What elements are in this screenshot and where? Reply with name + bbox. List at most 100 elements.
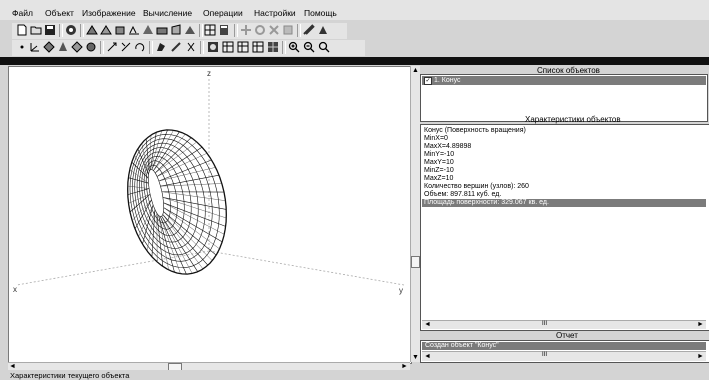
- grid-icon[interactable]: [237, 41, 249, 53]
- shape-icon[interactable]: [128, 24, 140, 36]
- report-title: Отчет: [556, 331, 578, 340]
- zoom-out-icon[interactable]: [303, 41, 315, 53]
- scale-icon[interactable]: [268, 24, 280, 36]
- char-line: Количество вершин (узлов): 260: [424, 183, 529, 190]
- tool-icon[interactable]: [303, 24, 315, 36]
- viewport-3d[interactable]: z x y: [8, 66, 412, 364]
- save-icon[interactable]: [44, 24, 56, 36]
- report-box[interactable]: Создан объект "Конус" ◄ III ►: [420, 340, 709, 363]
- pointer-icon[interactable]: [106, 41, 118, 53]
- cone-edge: [145, 138, 150, 172]
- zoom-in-icon[interactable]: [288, 41, 300, 53]
- menu-object[interactable]: Объект: [45, 8, 74, 18]
- toolbar-separator: [200, 41, 204, 54]
- list-item[interactable]: ✓ 1. Конус: [422, 76, 706, 85]
- cone-diagonal: [161, 216, 193, 274]
- shape-icon[interactable]: [170, 24, 182, 36]
- scroll-down-icon[interactable]: ▼: [412, 354, 419, 361]
- delete-icon[interactable]: [282, 24, 294, 36]
- scroll-right-icon[interactable]: ►: [697, 353, 704, 360]
- toolbar-separator: [234, 24, 238, 37]
- point-icon[interactable]: [16, 41, 28, 53]
- toolbar-tools: [12, 40, 365, 56]
- cone-wireframe: [127, 129, 227, 275]
- info-icon[interactable]: [65, 24, 77, 36]
- tool-icon[interactable]: [317, 24, 329, 36]
- cone-edge: [127, 188, 150, 195]
- char-line-selected-label: Площадь поверхности: 329.067 кв. ед.: [424, 199, 549, 206]
- toolbar-separator: [80, 24, 84, 37]
- char-line: MinX=0: [424, 135, 448, 142]
- scroll-up-icon[interactable]: ▲: [412, 67, 419, 74]
- cone-diagonal: [161, 191, 226, 201]
- toolbar-separator: [100, 41, 104, 54]
- menu-help[interactable]: Помощь: [304, 8, 337, 18]
- paint-icon[interactable]: [155, 41, 167, 53]
- calc-icon[interactable]: [218, 24, 230, 36]
- cone-diagonal: [127, 185, 150, 189]
- toolbar-separator: [59, 24, 63, 37]
- toolbar-separator: [199, 24, 203, 37]
- menu-bar: Файл Объект Изображение Вычисление Опера…: [0, 0, 709, 20]
- scroll-right-icon[interactable]: ►: [401, 363, 408, 370]
- status-bar: Характеристики текущего объекта: [0, 370, 709, 380]
- shape-icon[interactable]: [156, 24, 168, 36]
- list-item-label: 1. Конус: [434, 77, 461, 84]
- grid-icon[interactable]: [267, 41, 279, 53]
- shape-icon[interactable]: [86, 24, 98, 36]
- scroll-left-icon[interactable]: ◄: [424, 353, 431, 360]
- grid-icon[interactable]: [252, 41, 264, 53]
- shape-icon[interactable]: [100, 24, 112, 36]
- char-line: Объем: 897.811 куб. ед.: [424, 191, 502, 198]
- scroll-left-icon[interactable]: ◄: [424, 321, 431, 328]
- char-line: MaxZ=10: [424, 175, 454, 182]
- shape-icon[interactable]: [184, 24, 196, 36]
- grid-icon[interactable]: [204, 24, 216, 36]
- viewport-vscroll[interactable]: ▲ ▼: [410, 66, 420, 362]
- char-line: MaxX=4.89898: [424, 143, 472, 150]
- shape-icon[interactable]: [85, 41, 97, 53]
- shape-icon[interactable]: [43, 41, 55, 53]
- cone-diagonal: [160, 183, 222, 187]
- report-hscroll[interactable]: ◄ III ►: [422, 351, 706, 361]
- axis-y-line: [208, 250, 405, 286]
- new-icon[interactable]: [16, 24, 28, 36]
- toolbar-main: [12, 23, 347, 39]
- zoom-fit-icon[interactable]: [318, 41, 330, 53]
- shape-icon[interactable]: [114, 24, 126, 36]
- menu-file[interactable]: Файл: [12, 8, 33, 18]
- characteristics-hscroll[interactable]: ◄ III ►: [422, 320, 706, 329]
- menu-image[interactable]: Изображение: [82, 8, 136, 18]
- characteristics-box[interactable]: Конус (Поверхность вращения) MinX=0 MaxX…: [420, 124, 709, 331]
- move-icon[interactable]: [240, 24, 252, 36]
- char-line: MinZ=-10: [424, 167, 454, 174]
- rotate-icon[interactable]: [134, 41, 146, 53]
- report-line[interactable]: Создан объект "Конус": [422, 342, 706, 350]
- brush-icon[interactable]: [170, 41, 182, 53]
- shape-icon[interactable]: [57, 41, 69, 53]
- shape-icon[interactable]: [142, 24, 154, 36]
- menu-compute[interactable]: Вычисление: [143, 8, 192, 18]
- characteristics-title: Характеристики объектов: [525, 115, 621, 124]
- axis-x-label: x: [13, 285, 17, 294]
- move-icon[interactable]: [120, 41, 132, 53]
- scroll-thumb-label: III: [542, 352, 548, 358]
- checkbox[interactable]: ✓: [424, 77, 432, 85]
- rotate-icon[interactable]: [254, 24, 266, 36]
- cut-icon[interactable]: [185, 41, 197, 53]
- grid-icon[interactable]: [222, 41, 234, 53]
- title-strip: [0, 57, 709, 65]
- axis-icon[interactable]: [29, 41, 41, 53]
- menu-operations[interactable]: Операции: [203, 8, 243, 18]
- shape-icon[interactable]: [71, 41, 83, 53]
- render-icon[interactable]: [207, 41, 219, 53]
- char-line-selected[interactable]: Площадь поверхности: 329.067 кв. ед.: [422, 199, 706, 207]
- viewport-vscroll-thumb[interactable]: [411, 256, 420, 268]
- open-icon[interactable]: [30, 24, 42, 36]
- toolbar-separator: [282, 41, 286, 54]
- menu-settings[interactable]: Настройки: [254, 8, 296, 18]
- status-text: Характеристики текущего объекта: [10, 371, 130, 380]
- scroll-left-icon[interactable]: ◄: [9, 363, 16, 370]
- scroll-right-icon[interactable]: ►: [697, 321, 704, 328]
- axis-z-label: z: [207, 69, 211, 78]
